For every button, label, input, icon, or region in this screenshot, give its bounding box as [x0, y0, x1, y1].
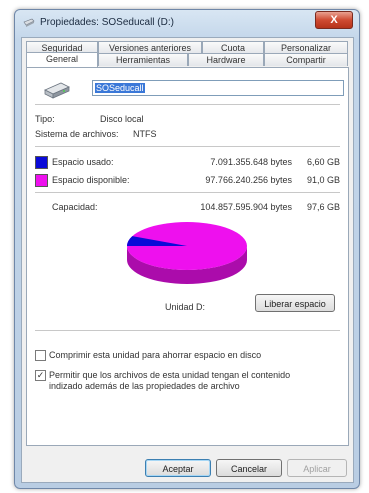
capacity-size: 97,6 GB — [306, 202, 340, 212]
used-space-label: Espacio usado: — [52, 157, 114, 167]
filesystem-label: Sistema de archivos: — [35, 129, 119, 139]
index-checkbox[interactable]: ✓ — [35, 370, 46, 381]
tab-row-bottom: General Herramientas Hardware Compartir — [26, 52, 348, 67]
free-space-label: Espacio disponible: — [52, 175, 130, 185]
cancel-button[interactable]: Cancelar — [216, 459, 282, 477]
divider — [35, 192, 340, 193]
capacity-bytes: 104.857.595.904 bytes — [200, 202, 292, 212]
capacity-label: Capacidad: — [52, 202, 98, 212]
hard-drive-icon — [44, 82, 70, 99]
general-tab-panel: SOSeducall Tipo: Disco local Sistema de … — [26, 67, 349, 446]
index-label-line1[interactable]: Permitir que los archivos de esta unidad… — [49, 370, 290, 380]
type-label: Tipo: — [35, 114, 55, 124]
free-space-swatch — [35, 174, 48, 187]
tab-general[interactable]: General — [26, 52, 98, 67]
free-space-size: 91,0 GB — [306, 175, 340, 185]
index-label-line2[interactable]: indizado además de las propiedades de ar… — [49, 381, 240, 391]
drive-title-icon — [23, 18, 35, 27]
filesystem-value: NTFS — [133, 129, 157, 139]
tab-herramientas[interactable]: Herramientas — [98, 53, 188, 66]
window-title: Propiedades: SOSeducall (D:) — [40, 17, 174, 28]
title-bar[interactable]: Propiedades: SOSeducall (D:) X — [15, 10, 359, 36]
volume-name-input[interactable]: SOSeducall — [92, 80, 344, 96]
type-value: Disco local — [100, 114, 144, 124]
close-button[interactable]: X — [315, 11, 353, 29]
divider — [35, 104, 340, 105]
volume-name-text: SOSeducall — [95, 83, 145, 93]
compress-checkbox[interactable] — [35, 350, 46, 361]
tab-hardware[interactable]: Hardware — [188, 53, 264, 66]
tab-compartir[interactable]: Compartir — [264, 53, 348, 66]
divider — [35, 330, 340, 331]
drive-letter-label: Unidad D: — [165, 302, 206, 312]
properties-window: Propiedades: SOSeducall (D:) X Seguridad… — [14, 9, 360, 489]
apply-button[interactable]: Aplicar — [287, 459, 347, 477]
used-space-bytes: 7.091.355.648 bytes — [210, 157, 292, 167]
free-space-bytes: 97.766.240.256 bytes — [205, 175, 292, 185]
dialog-body: Seguridad Versiones anteriores Cuota Per… — [21, 37, 354, 483]
compress-label[interactable]: Comprimir esta unidad para ahorrar espac… — [49, 350, 261, 360]
used-space-size: 6,60 GB — [306, 157, 340, 167]
disk-usage-pie-chart — [127, 222, 247, 284]
ok-button[interactable]: Aceptar — [145, 459, 211, 477]
disk-cleanup-button[interactable]: Liberar espacio — [255, 294, 335, 312]
divider — [35, 146, 340, 147]
used-space-swatch — [35, 156, 48, 169]
